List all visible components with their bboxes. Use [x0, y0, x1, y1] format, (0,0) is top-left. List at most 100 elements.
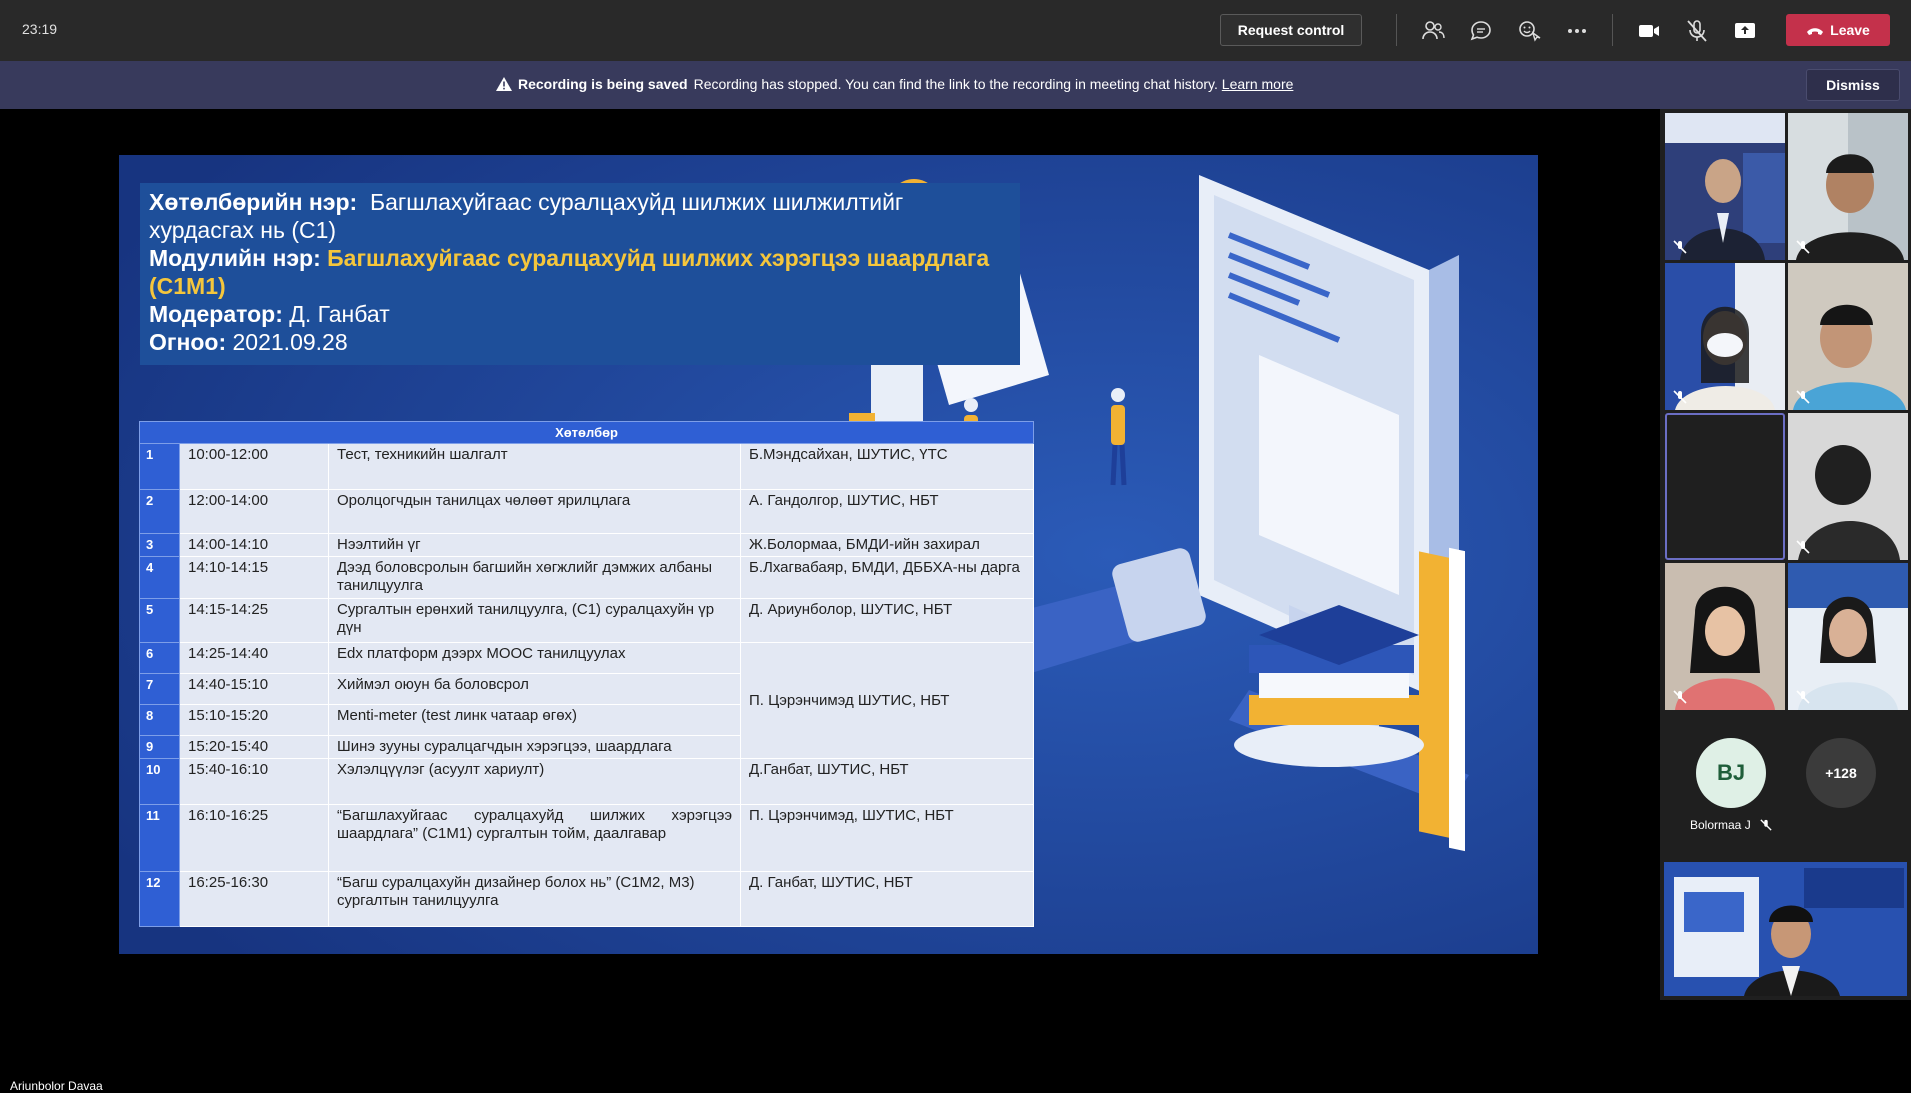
row-number: 8 — [139, 704, 180, 736]
row-time: 15:40-16:10 — [179, 758, 329, 805]
participant-video — [1788, 563, 1908, 710]
program-table: Хөтөлбөр 1 10:00-12:00 Тест, техникийн ш… — [138, 421, 1035, 927]
table-row: 12 16:25-16:30 “Багш суралцахуйн дизайне… — [139, 871, 1035, 927]
row-topic: Оролцогчдын танилцах чөлөөт ярилцлага — [328, 489, 741, 534]
module-line: Модулийн нэр: Багшлахуйгаас суралцахуйд … — [149, 244, 1011, 300]
participants-icon[interactable] — [1420, 18, 1446, 44]
row-speaker: А. Гандолгор, ШУТИС, НБТ — [739, 489, 1035, 534]
banner-title: Recording is being saved — [518, 76, 688, 92]
toolbar-divider — [1612, 14, 1613, 46]
participant-video-tile[interactable] — [1788, 113, 1908, 260]
presentation-slide: Хөтөлбөрийн нэр: Багшлахуйгаас суралцаху… — [119, 155, 1538, 954]
leave-label: Leave — [1830, 22, 1870, 38]
mic-muted-icon — [1673, 240, 1687, 254]
row-time: 12:00-14:00 — [179, 489, 329, 534]
table-row: 1 10:00-12:00 Тест, техникийн шалгалт Б.… — [139, 443, 1035, 490]
phone-icon — [1807, 28, 1824, 36]
row-time: 14:00-14:10 — [179, 533, 329, 557]
request-control-button[interactable]: Request control — [1220, 14, 1362, 46]
row-number: 10 — [139, 758, 180, 805]
row-number: 5 — [139, 598, 180, 643]
camera-icon[interactable] — [1636, 18, 1662, 44]
row-number: 7 — [139, 673, 180, 705]
mic-muted-icon — [1796, 690, 1810, 704]
row-time: 10:00-12:00 — [179, 443, 329, 490]
participant-video-tile-active[interactable] — [1665, 413, 1785, 560]
recording-banner: Recording is being saved Recording has st… — [0, 61, 1911, 109]
reactions-icon[interactable] — [1516, 18, 1542, 44]
row-topic: Шинэ зууны суралцагчдын хэрэгцээ, шаардл… — [328, 735, 741, 759]
participant-video-tile[interactable] — [1665, 563, 1785, 710]
date-value: 2021.09.28 — [232, 329, 348, 355]
participant-video-tile[interactable] — [1788, 413, 1908, 560]
participant-video-tile[interactable] — [1665, 113, 1785, 260]
mic-muted-icon — [1673, 390, 1687, 404]
row-speaker: П. Цэрэнчимэд ШУТИС, НБТ — [739, 642, 1035, 759]
row-speaker: Ж.Болормаа, БМДИ-ийн захирал — [739, 533, 1035, 557]
participant-video — [1788, 413, 1908, 560]
program-line: Хөтөлбөрийн нэр: Багшлахуйгаас суралцаху… — [149, 188, 1011, 244]
moderator-label: Модератор: — [149, 301, 283, 327]
participant-video — [1788, 113, 1908, 260]
self-view-image — [1664, 862, 1907, 996]
table-row: 5 14:15-14:25 Сургалтын ерөнхий танилцуу… — [139, 598, 1035, 643]
participant-video-tile[interactable] — [1788, 263, 1908, 410]
dismiss-button[interactable]: Dismiss — [1806, 69, 1900, 101]
row-time: 14:25-14:40 — [179, 642, 329, 674]
date-line: Огноо: 2021.09.28 — [149, 328, 1011, 356]
mic-muted-icon — [1796, 540, 1810, 554]
row-number: 4 — [139, 556, 180, 599]
table-header: Хөтөлбөр — [138, 421, 1035, 444]
date-label: Огноо: — [149, 329, 227, 355]
row-time: 16:25-16:30 — [179, 871, 329, 927]
participant-video-tile[interactable] — [1665, 263, 1785, 410]
more-icon[interactable] — [1564, 18, 1590, 44]
row-topic: Menti-meter (test линк чатаар өгөх) — [328, 704, 741, 736]
module-label: Модулийн нэр: — [149, 245, 321, 271]
row-topic: Edx платформ дээрх МООС танилцуулах — [328, 642, 741, 674]
row-topic: “Багш суралцахуйн дизайнер болох нь” (С1… — [328, 871, 741, 927]
more-participants-button[interactable]: +128 — [1806, 738, 1876, 808]
table-row: 2 12:00-14:00 Оролцогчдын танилцах чөлөө… — [139, 489, 1035, 534]
row-speaker: Д.Ганбат, ШУТИС, НБТ — [739, 758, 1035, 805]
moderator-name: Д. Ганбат — [289, 301, 390, 327]
row-topic: Хэлэлцүүлэг (асуулт хариулт) — [328, 758, 741, 805]
row-speaker: Б.Лхагвабаяр, БМДИ, ДББХА-ны дарга — [739, 556, 1035, 599]
moderator-line: Модератор: Д. Ганбат — [149, 300, 1011, 328]
row-speaker: П. Цэрэнчимэд, ШУТИС, НБТ — [739, 804, 1035, 872]
self-view-video[interactable] — [1664, 862, 1907, 996]
row-topic: Тест, техникийн шалгалт — [328, 443, 741, 490]
program-label: Хөтөлбөрийн нэр: — [149, 189, 358, 215]
presenter-name: Ariunbolor Davaa — [10, 1079, 103, 1093]
row-topic: Дээд боловсролын багшийн хөгжлийг дэмжих… — [328, 556, 741, 599]
table-row: 6 14:25-14:40 Edx платформ дээрх МООС та… — [139, 642, 1035, 759]
leave-button[interactable]: Leave — [1786, 14, 1890, 46]
participant-avatar[interactable]: BJ — [1696, 738, 1766, 808]
row-speaker: Б.Мэндсайхан, ШУТИС, ҮТС — [739, 443, 1035, 490]
row-number: 9 — [139, 735, 180, 759]
row-time: 14:40-15:10 — [179, 673, 329, 705]
row-number: 2 — [139, 489, 180, 534]
table-row: 11 16:10-16:25 “Багшлахуйгаас суралцахуй… — [139, 804, 1035, 872]
mic-muted-icon[interactable] — [1684, 18, 1710, 44]
mic-muted-icon — [1796, 390, 1810, 404]
toolbar-divider — [1396, 14, 1397, 46]
shared-screen: Хөтөлбөрийн нэр: Багшлахуйгаас суралцаху… — [0, 109, 1660, 1093]
row-time: 14:10-14:15 — [179, 556, 329, 599]
row-time: 14:15-14:25 — [179, 598, 329, 643]
participant-video — [1665, 113, 1785, 260]
row-time: 15:10-15:20 — [179, 704, 329, 736]
meeting-timer: 23:19 — [22, 21, 58, 37]
participant-video — [1665, 263, 1785, 410]
share-icon[interactable] — [1732, 18, 1758, 44]
warning-icon — [496, 77, 512, 91]
row-time: 15:20-15:40 — [179, 735, 329, 759]
slide-title-box: Хөтөлбөрийн нэр: Багшлахуйгаас суралцаху… — [140, 183, 1020, 365]
mic-muted-icon — [1760, 819, 1772, 831]
row-number: 3 — [139, 533, 180, 557]
learn-more-link[interactable]: Learn more — [1222, 76, 1294, 92]
participant-video-tile[interactable] — [1788, 563, 1908, 710]
row-topic: “Багшлахуйгаас суралцахуйд шилжих хэрэгц… — [328, 804, 741, 872]
table-row: 4 14:10-14:15 Дээд боловсролын багшийн х… — [139, 556, 1035, 599]
chat-icon[interactable] — [1468, 18, 1494, 44]
